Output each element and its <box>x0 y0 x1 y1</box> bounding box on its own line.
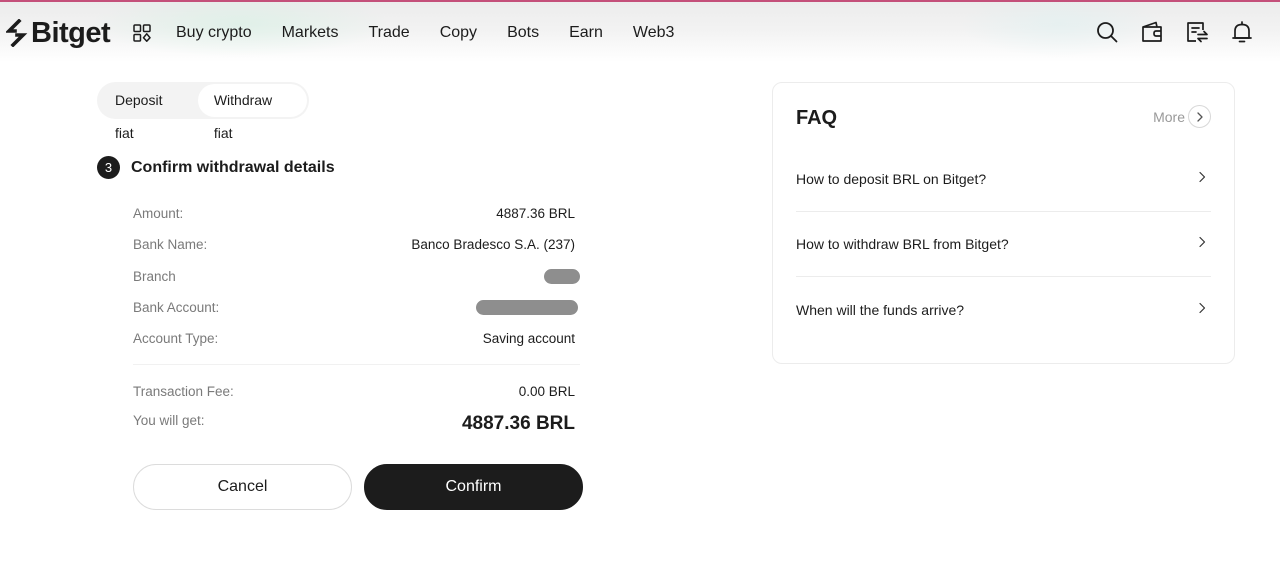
bitget-logo[interactable]: Bitget <box>6 16 111 50</box>
faq-question: When will the funds arrive? <box>796 301 965 318</box>
receive-label: You will get: <box>133 412 205 428</box>
step-header: 3 Confirm withdrawal details <box>97 156 335 179</box>
brand-name: Bitget <box>31 16 111 49</box>
nav-trade[interactable]: Trade <box>369 22 410 44</box>
chevron-right-icon <box>1196 111 1203 122</box>
nav-buy-crypto[interactable]: Buy crypto <box>176 22 252 44</box>
details-divider <box>133 364 580 366</box>
orders-icon[interactable] <box>1185 20 1209 44</box>
fiat-tabs: Deposit fiat Withdraw fiat <box>97 82 309 141</box>
detail-row-bank-account: Bank Account: <box>133 292 580 323</box>
bank-account-label: Bank Account: <box>133 300 220 316</box>
tab-deposit-fiat[interactable]: Deposit fiat <box>99 84 198 141</box>
detail-row-branch: Branch <box>133 261 580 292</box>
cancel-button[interactable]: Cancel <box>133 464 352 510</box>
faq-item[interactable]: How to withdraw BRL from Bitget? <box>796 212 1211 277</box>
faq-question: How to withdraw BRL from Bitget? <box>796 236 1009 252</box>
header-actions <box>1074 20 1254 44</box>
apps-grid-icon[interactable] <box>133 24 151 42</box>
nav-web3[interactable]: Web3 <box>633 22 675 44</box>
detail-row-account-type: Account Type: Saving account <box>133 323 580 354</box>
detail-row-bank-name: Bank Name: Banco Bradesco S.A. (237) <box>133 229 580 260</box>
bank-name-label: Bank Name: <box>133 237 208 253</box>
chevron-right-icon <box>1199 236 1206 248</box>
nav-bots[interactable]: Bots <box>507 22 539 44</box>
main-nav: Buy crypto Markets Trade Copy Bots Earn … <box>176 22 704 44</box>
chevron-right-icon <box>1199 171 1206 183</box>
tab-withdraw-fiat[interactable]: Withdraw fiat <box>197 84 307 141</box>
amount-value: 4887.36 BRL <box>496 206 575 222</box>
top-nav-bar: Bitget Buy crypto Markets Trade Copy Bot… <box>0 0 1280 62</box>
notification-bell-icon[interactable] <box>1230 20 1254 44</box>
bank-account-redacted <box>476 300 578 316</box>
branch-redacted <box>544 268 580 284</box>
receive-amount: 4887.36 BRL <box>461 412 575 434</box>
faq-title: FAQ <box>796 107 838 129</box>
fee-label: Transaction Fee: <box>133 383 234 399</box>
detail-row-amount: Amount: 4887.36 BRL <box>133 198 580 229</box>
chevron-right-icon <box>1199 302 1206 313</box>
faq-card: FAQ More How to deposit BRL on Bitget? H… <box>772 82 1235 364</box>
faq-item[interactable]: How to deposit BRL on Bitget? <box>796 147 1211 212</box>
withdrawal-details: Amount: 4887.36 BRL Bank Name: Banco Bra… <box>133 198 580 438</box>
faq-more-circle <box>1188 105 1211 128</box>
faq-item[interactable]: When will the funds arrive? <box>796 277 1211 342</box>
faq-list: How to deposit BRL on Bitget? How to wit… <box>796 147 1211 342</box>
bank-name-value: Banco Bradesco S.A. (237) <box>411 237 575 253</box>
nav-markets[interactable]: Markets <box>282 22 339 44</box>
faq-question: How to deposit BRL on Bitget? <box>796 171 987 187</box>
account-type-label: Account Type: <box>133 331 219 347</box>
branch-label: Branch <box>133 268 176 284</box>
nav-copy[interactable]: Copy <box>440 22 477 44</box>
bitget-logo-icon <box>6 19 28 47</box>
detail-row-receive: You will get: 4887.36 BRL <box>133 407 580 438</box>
step-number-badge: 3 <box>97 156 120 179</box>
step-title: Confirm withdrawal details <box>131 158 335 176</box>
account-type-value: Saving account <box>482 331 575 347</box>
wallet-icon[interactable] <box>1140 20 1164 44</box>
detail-row-fee: Transaction Fee: 0.00 BRL <box>133 375 580 406</box>
amount-label: Amount: <box>133 206 184 222</box>
faq-more-label: More <box>1153 108 1185 125</box>
nav-earn[interactable]: Earn <box>569 22 603 44</box>
search-icon[interactable] <box>1095 20 1119 44</box>
fee-value: 0.00 BRL <box>518 383 575 399</box>
confirm-button[interactable]: Confirm <box>364 464 583 510</box>
faq-more-link[interactable]: More <box>1153 105 1211 128</box>
